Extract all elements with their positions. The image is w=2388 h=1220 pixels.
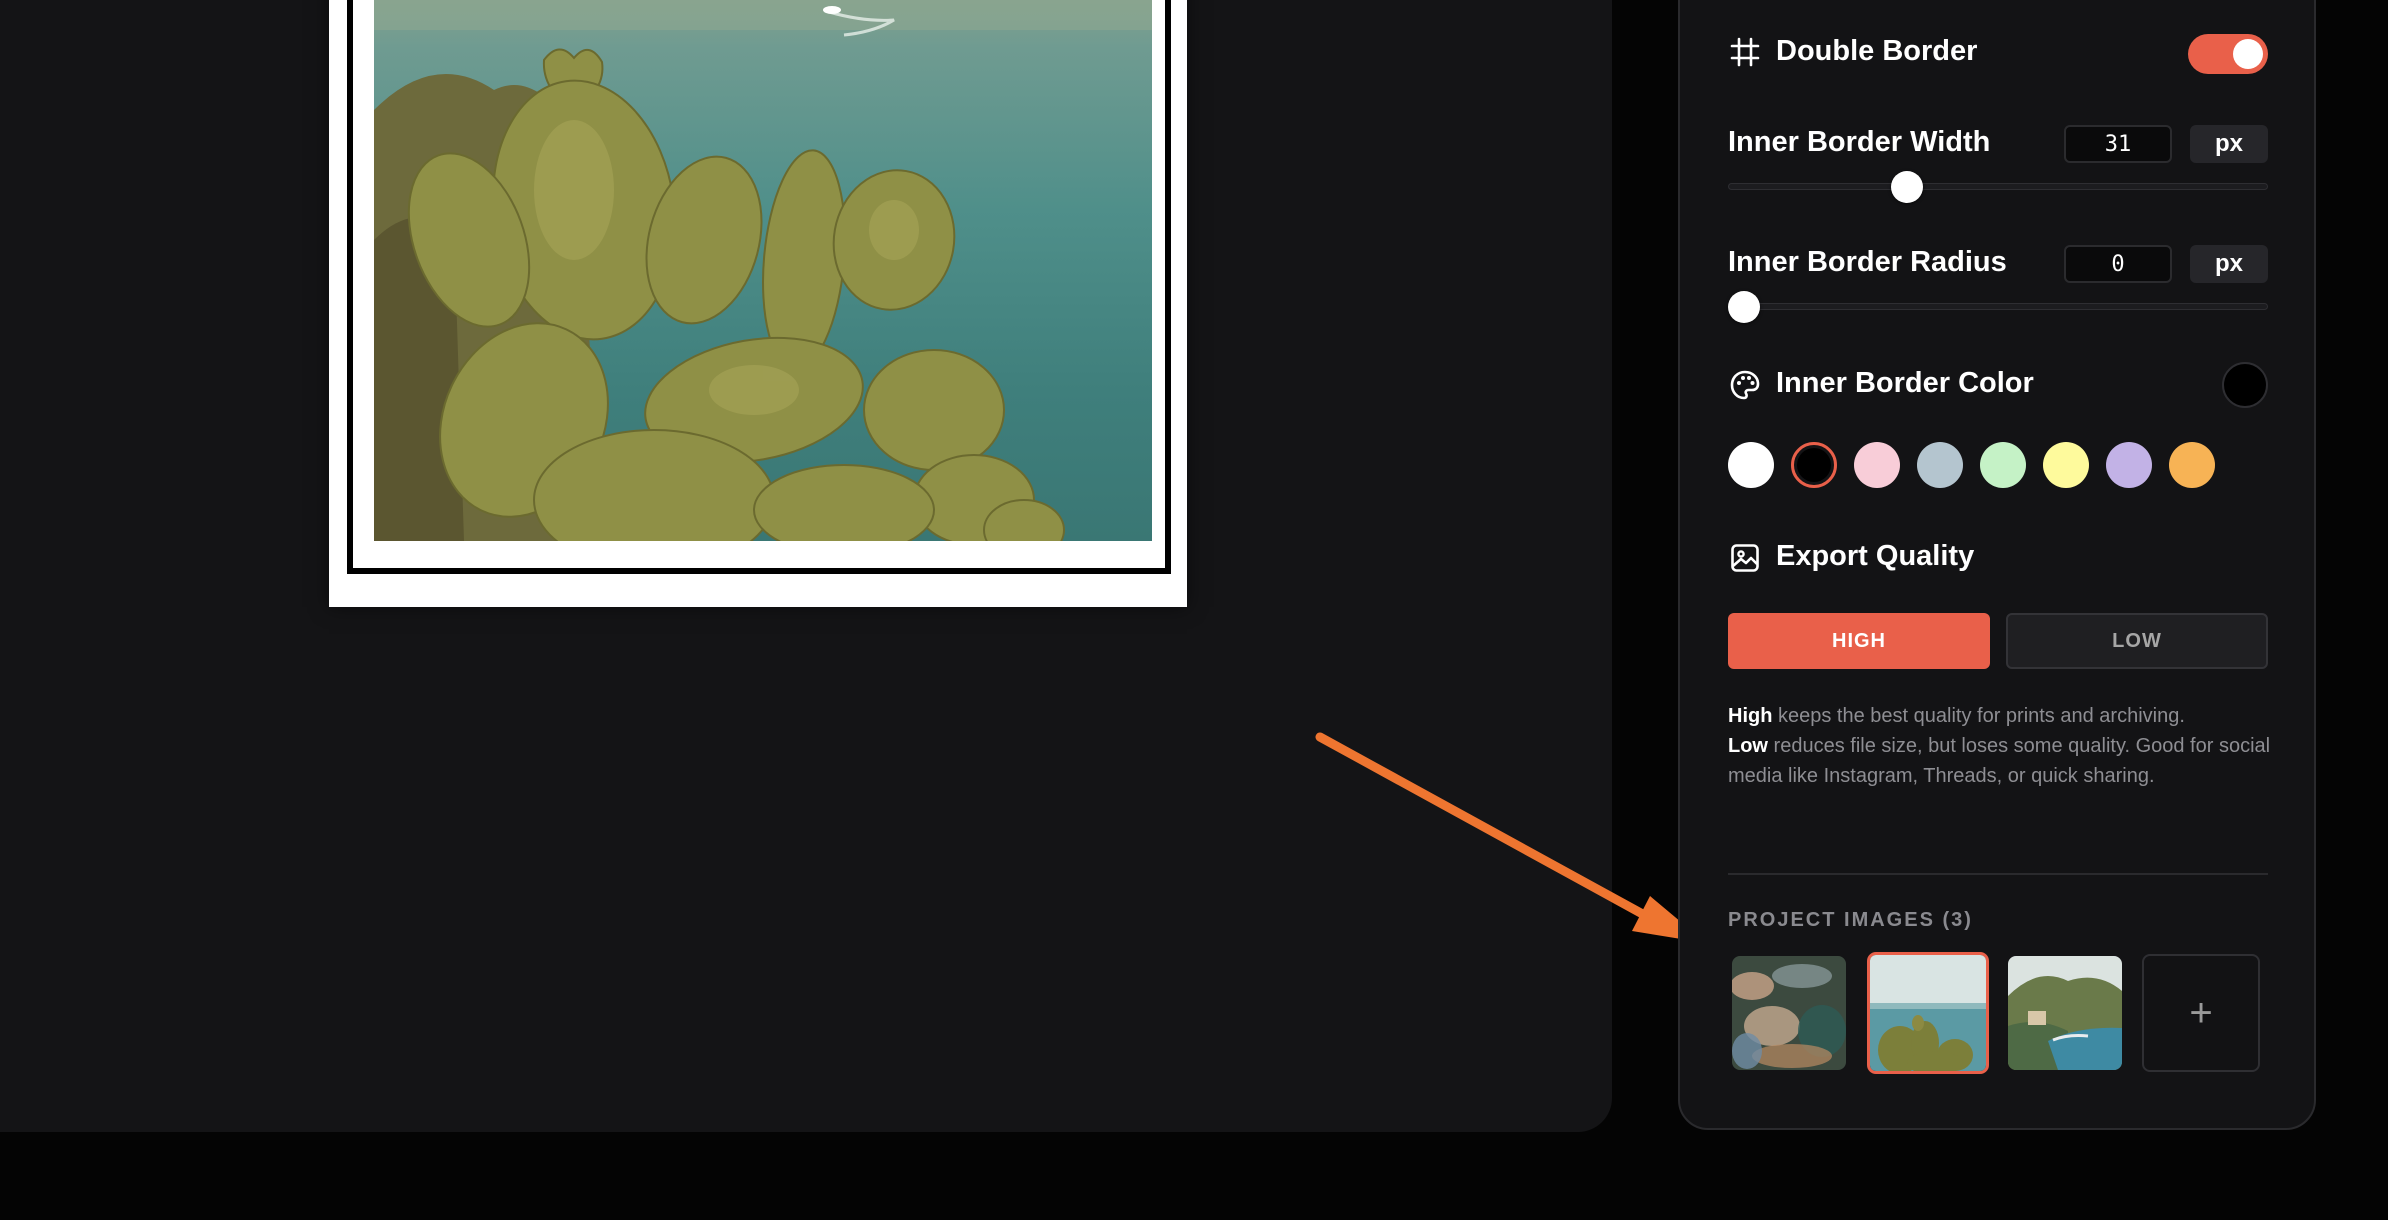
inner-border-width-slider[interactable] [1728, 183, 2268, 190]
inner-border-preview [347, 0, 1171, 574]
double-border-toggle[interactable] [2188, 34, 2268, 74]
color-swatch[interactable] [2106, 442, 2152, 488]
section-divider [1728, 873, 2268, 875]
cactus-photo [374, 0, 1152, 541]
editor-canvas [0, 0, 1612, 1132]
add-image-button[interactable]: + [2142, 954, 2260, 1072]
photo-preview-frame [329, 0, 1187, 607]
inner-border-radius-unit[interactable]: px [2190, 245, 2268, 283]
settings-panel: Double Border Inner Border Width 31 px I… [1678, 0, 2316, 1130]
desc-low-text: reduces file size, but loses some qualit… [1728, 735, 2271, 787]
inner-border-width-label: Inner Border Width [1728, 126, 1991, 158]
project-images-title: PROJECT IMAGES (3) [1728, 909, 1973, 931]
inner-border-width-slider-handle[interactable] [1890, 171, 1923, 203]
project-image-thumb-1[interactable] [1732, 956, 1846, 1070]
color-swatch[interactable] [2043, 442, 2089, 488]
inner-border-color-label: Inner Border Color [1776, 367, 2034, 399]
color-swatch[interactable] [1854, 442, 1900, 488]
desc-high-text: keeps the best quality for prints and ar… [1772, 705, 2185, 727]
export-high-button[interactable]: HIGH [1728, 613, 1990, 669]
color-swatch-row [1728, 442, 2288, 492]
color-swatch[interactable] [2169, 442, 2215, 488]
inner-border-width-input[interactable]: 31 [2064, 125, 2172, 163]
project-image-thumb-3[interactable] [2008, 956, 2122, 1070]
double-border-label: Double Border [1776, 35, 1978, 67]
inner-border-width-unit[interactable]: px [2190, 125, 2268, 163]
color-swatch[interactable] [1980, 442, 2026, 488]
palette-icon [1728, 368, 1762, 402]
inner-border-radius-label: Inner Border Radius [1728, 246, 2007, 278]
inner-border-radius-input[interactable]: 0 [2064, 245, 2172, 283]
color-swatch[interactable] [1791, 442, 1837, 488]
project-image-thumb-2[interactable] [1867, 952, 1989, 1074]
inner-border-radius-slider-handle[interactable] [1728, 291, 1760, 323]
current-color-indicator[interactable] [2222, 362, 2268, 408]
color-swatch[interactable] [1917, 442, 1963, 488]
desc-low-strong: Low [1728, 735, 1768, 757]
inner-border-radius-slider[interactable] [1728, 303, 2268, 310]
export-quality-label: Export Quality [1776, 540, 1975, 572]
desc-high-strong: High [1728, 705, 1773, 727]
image-icon [1728, 541, 1762, 575]
export-quality-description: High keeps the best quality for prints a… [1728, 701, 2273, 791]
color-swatch[interactable] [1728, 442, 1774, 488]
hash-frame-icon [1728, 35, 1762, 69]
toggle-knob [2233, 39, 2263, 69]
export-low-button[interactable]: LOW [2006, 613, 2268, 669]
